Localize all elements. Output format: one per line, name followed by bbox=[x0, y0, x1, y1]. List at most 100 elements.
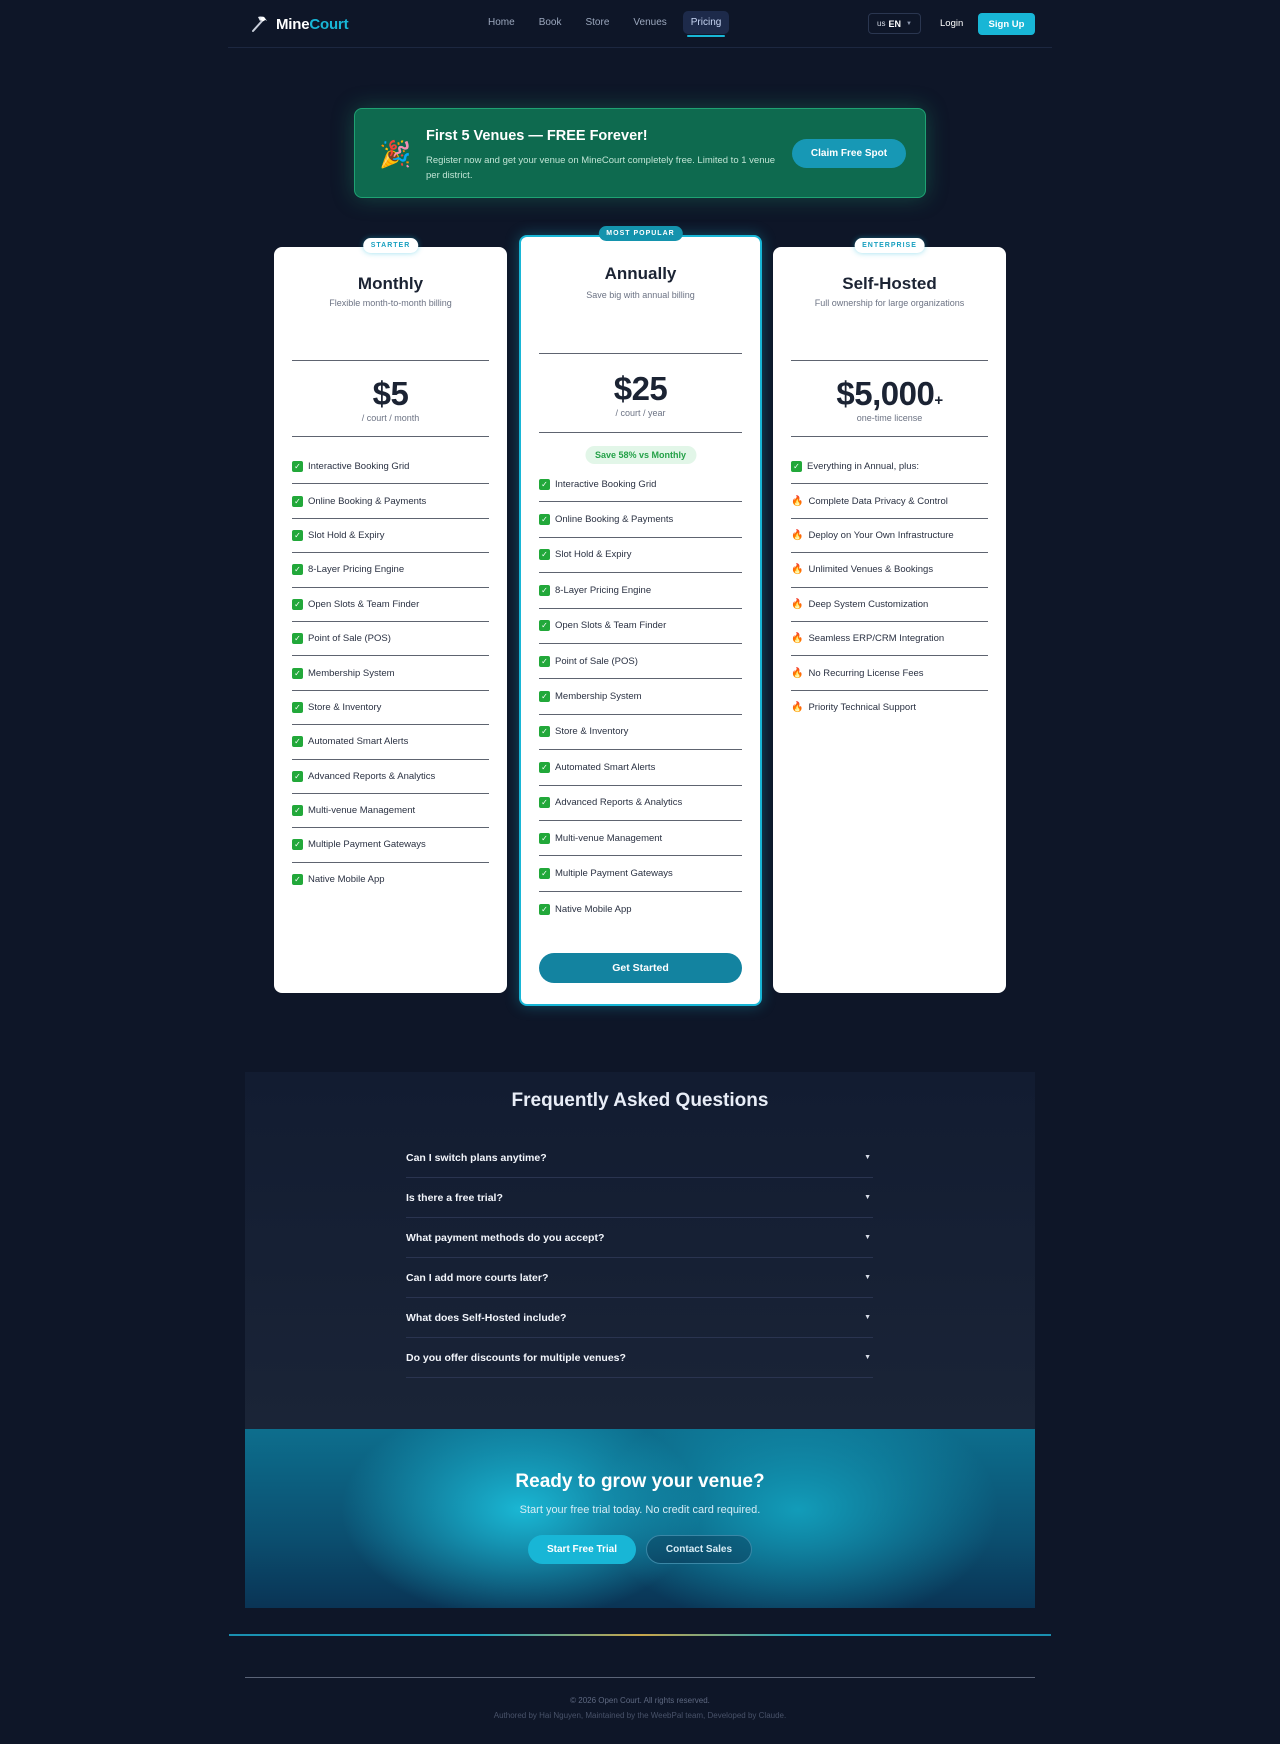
plan-badge: ENTERPRISE bbox=[854, 238, 925, 253]
feature-label: Deep System Customization bbox=[808, 598, 929, 610]
feature-label: Automated Smart Alerts bbox=[555, 761, 656, 773]
feature-label: Membership System bbox=[308, 667, 395, 679]
party-popper-icon: 🎉 bbox=[379, 139, 412, 169]
feature-label: Deploy on Your Own Infrastructure bbox=[808, 529, 954, 541]
faq-item[interactable]: Can I add more courts later? ▼ bbox=[406, 1258, 873, 1298]
fire-icon: 🔥 bbox=[791, 529, 804, 541]
feature-label: Store & Inventory bbox=[555, 726, 629, 738]
plan-price-unit: one-time license bbox=[856, 413, 923, 423]
get-started-button[interactable]: Get Started bbox=[539, 953, 742, 983]
contact-sales-button[interactable]: Contact Sales bbox=[646, 1535, 752, 1564]
checkmark-icon: ✓ bbox=[292, 461, 303, 473]
feature-item: ✓ Advanced Reports & Analytics bbox=[292, 760, 489, 794]
nav-link-venues[interactable]: Venues bbox=[625, 11, 674, 34]
nav-link-book[interactable]: Book bbox=[531, 11, 570, 34]
checkmark-icon: ✓ bbox=[539, 726, 550, 738]
feature-label: Slot Hold & Expiry bbox=[308, 529, 385, 541]
feature-item: ✓ Open Slots & Team Finder bbox=[292, 588, 489, 622]
pickaxe-icon bbox=[252, 16, 267, 32]
feature-label: Membership System bbox=[555, 691, 642, 703]
chevron-down-icon: ▼ bbox=[905, 20, 912, 27]
caret-down-icon: ▼ bbox=[864, 1274, 871, 1281]
claim-free-spot-button[interactable]: Claim Free Spot bbox=[792, 139, 906, 168]
faq-question: Is there a free trial? bbox=[406, 1191, 503, 1204]
plan-card-annually: MOST POPULAR Annually Save big with annu… bbox=[519, 226, 762, 1006]
checkmark-icon: ✓ bbox=[292, 736, 303, 748]
checkmark-icon: ✓ bbox=[539, 832, 550, 844]
feature-item: ✓ Multiple Payment Gateways bbox=[292, 828, 489, 863]
feature-list: ✓ Interactive Booking Grid ✓ Online Booking… bbox=[539, 467, 742, 927]
divider bbox=[292, 436, 489, 437]
checkmark-icon: ✓ bbox=[292, 874, 303, 886]
faq-question: What payment methods do you accept? bbox=[406, 1231, 605, 1244]
feature-label: Native Mobile App bbox=[555, 903, 632, 915]
fire-icon: 🔥 bbox=[791, 495, 804, 507]
feature-item: ✓ 8-Layer Pricing Engine bbox=[292, 553, 489, 588]
signup-button[interactable]: Sign Up bbox=[978, 13, 1035, 35]
feature-item: 🔥 Deploy on Your Own Infrastructure bbox=[791, 519, 988, 554]
fire-icon: 🔥 bbox=[791, 598, 804, 610]
feature-item: ✓ Slot Hold & Expiry bbox=[292, 519, 489, 554]
flag-label: us bbox=[877, 19, 886, 28]
plan-badge: STARTER bbox=[362, 238, 419, 253]
faq-question: Can I add more courts later? bbox=[406, 1271, 549, 1284]
plan-badge: MOST POPULAR bbox=[598, 226, 683, 241]
checkmark-icon: ✓ bbox=[539, 584, 550, 596]
promo-banner: 🎉 First 5 Venues — FREE Forever! Registe… bbox=[354, 108, 926, 198]
nav-link-pricing[interactable]: Pricing bbox=[682, 11, 730, 37]
plan-price-unit: / court / month bbox=[361, 413, 420, 423]
feature-label: Multiple Payment Gateways bbox=[555, 867, 673, 879]
plan-price: $5,000+ bbox=[836, 375, 943, 412]
footer-copyright: © 2026 Open Court. All rights reserved. bbox=[570, 1696, 710, 1705]
checkmark-icon: ✓ bbox=[292, 529, 303, 541]
checkmark-icon: ✓ bbox=[539, 761, 550, 773]
feature-item: ✓ Membership System bbox=[292, 656, 489, 691]
faq-item[interactable]: Do you offer discounts for multiple venu… bbox=[406, 1338, 873, 1378]
plan-subtitle: Flexible month-to-month billing bbox=[329, 298, 452, 308]
checkmark-icon: ✓ bbox=[539, 478, 550, 490]
feature-item: ✓ Advanced Reports & Analytics bbox=[539, 786, 742, 821]
feature-item: ✓ Store & Inventory bbox=[539, 715, 742, 751]
divider bbox=[791, 360, 988, 361]
feature-label: Automated Smart Alerts bbox=[308, 736, 409, 748]
plan-subtitle: Full ownership for large organizations bbox=[814, 298, 965, 308]
caret-down-icon: ▼ bbox=[864, 1354, 871, 1361]
feature-label: Native Mobile App bbox=[308, 874, 385, 886]
faq-list: Can I switch plans anytime? ▼ Is there a f… bbox=[406, 1138, 873, 1378]
plan-price: $5 bbox=[372, 375, 409, 412]
feature-item: ✓ Everything in Annual, plus: bbox=[791, 450, 988, 485]
cta-subtitle: Start your free trial today. No credit c… bbox=[519, 1504, 761, 1516]
faq-item[interactable]: Can I switch plans anytime? ▼ bbox=[406, 1138, 873, 1178]
start-free-trial-button[interactable]: Start Free Trial bbox=[528, 1535, 636, 1564]
plan-price-unit: / court / year bbox=[615, 408, 666, 418]
checkmark-icon: ✓ bbox=[292, 701, 303, 713]
login-link[interactable]: Login bbox=[940, 18, 963, 29]
feature-item: ✓ Automated Smart Alerts bbox=[292, 725, 489, 760]
feature-label: No Recurring License Fees bbox=[808, 667, 924, 679]
faq-item[interactable]: Is there a free trial? ▼ bbox=[406, 1178, 873, 1218]
language-select[interactable]: us EN ▼ bbox=[868, 13, 921, 34]
plan-title: Self-Hosted bbox=[842, 274, 937, 293]
faq-section: Frequently Asked Questions Can I switch … bbox=[245, 1072, 1035, 1429]
feature-item: 🔥 Deep System Customization bbox=[791, 588, 988, 622]
caret-down-icon: ▼ bbox=[864, 1314, 871, 1321]
feature-label: 8-Layer Pricing Engine bbox=[555, 584, 652, 596]
promo-title: First 5 Venues — FREE Forever! bbox=[426, 128, 648, 144]
faq-item[interactable]: What payment methods do you accept? ▼ bbox=[406, 1218, 873, 1258]
feature-item: ✓ 8-Layer Pricing Engine bbox=[539, 573, 742, 609]
faq-item[interactable]: What does Self-Hosted include? ▼ bbox=[406, 1298, 873, 1338]
caret-down-icon: ▼ bbox=[864, 1154, 871, 1161]
checkmark-icon: ✓ bbox=[292, 633, 303, 645]
faq-title: Frequently Asked Questions bbox=[511, 1090, 769, 1111]
cta-title: Ready to grow your venue? bbox=[515, 1471, 765, 1492]
nav-link-home[interactable]: Home bbox=[480, 11, 523, 34]
feature-label: Store & Inventory bbox=[308, 701, 382, 713]
feature-item: 🔥 Unlimited Venues & Bookings bbox=[791, 553, 988, 588]
nav-link-store[interactable]: Store bbox=[577, 11, 617, 34]
caret-down-icon: ▼ bbox=[864, 1234, 871, 1241]
feature-item: ✓ Point of Sale (POS) bbox=[539, 644, 742, 680]
brand-logo[interactable]: MineCourt bbox=[248, 12, 349, 36]
plan-title: Monthly bbox=[357, 274, 424, 293]
fire-icon: 🔥 bbox=[791, 667, 804, 679]
feature-label: Complete Data Privacy & Control bbox=[808, 495, 948, 507]
